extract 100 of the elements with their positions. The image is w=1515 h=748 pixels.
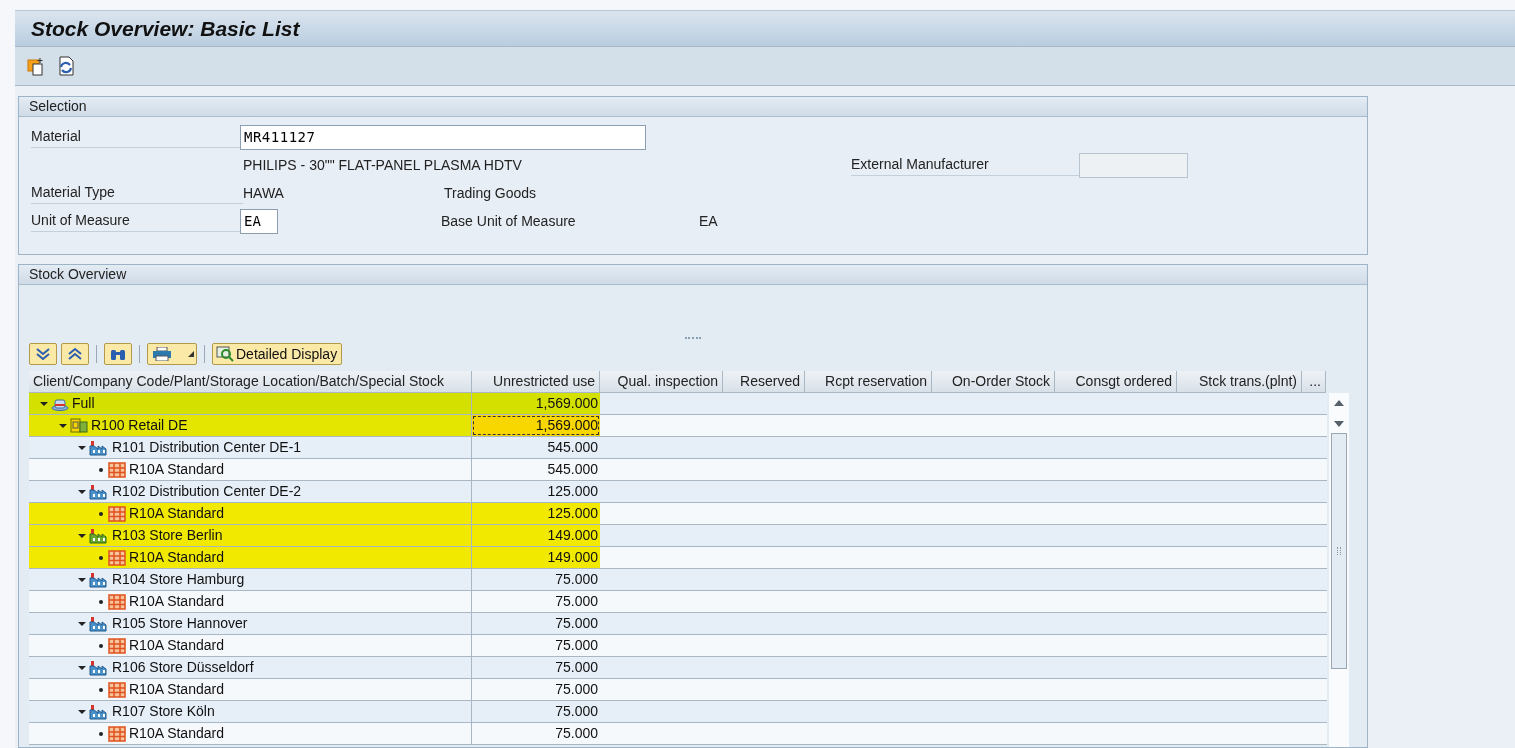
tree-cell[interactable]: R104 Store Hamburg	[29, 569, 472, 590]
quantity-cell-text: 75.000	[554, 570, 599, 589]
expanded-arrow-icon[interactable]	[78, 531, 86, 540]
field-label: External Manufacturer	[851, 154, 1079, 176]
expanded-arrow-icon[interactable]	[78, 487, 86, 496]
quantity-cell: 1,569.000	[472, 393, 600, 414]
shelf-icon	[108, 549, 126, 566]
print-button[interactable]	[147, 343, 197, 365]
factory-icon	[89, 439, 109, 456]
tree-cell[interactable]: R10A Standard	[29, 503, 472, 524]
shelf-icon	[108, 461, 126, 478]
field-value: Trading Goods	[444, 183, 537, 203]
tree-cell[interactable]: R101 Distribution Center DE-1	[29, 437, 472, 458]
tree-cell[interactable]: R105 Store Hannover	[29, 613, 472, 634]
quantity-cell-text: 75.000	[554, 658, 599, 677]
field-label: Base Unit of Measure	[441, 211, 577, 231]
node-label: R105 Store Hannover	[112, 614, 248, 633]
factory-icon	[89, 703, 109, 720]
node-label: R106 Store Düsseldorf	[112, 658, 254, 677]
magnifier-icon	[216, 346, 234, 362]
expand-icon	[35, 347, 51, 361]
bullet-icon	[97, 597, 105, 606]
binoculars-icon	[110, 347, 126, 361]
shelf-icon	[108, 681, 126, 698]
shelf-icon	[108, 725, 126, 742]
field-value: HAWA	[243, 183, 285, 203]
column-header[interactable]: Stck trans.(plnt)	[1177, 371, 1302, 393]
tree-cell[interactable]: R102 Distribution Center DE-2	[29, 481, 472, 502]
node-label: R103 Store Berlin	[112, 526, 223, 545]
printer-icon	[152, 347, 172, 361]
factory-icon	[89, 571, 109, 588]
field-label: Material Type	[31, 182, 243, 204]
expanded-arrow-icon[interactable]	[59, 421, 67, 430]
quantity-cell-text: 75.000	[554, 636, 599, 655]
expanded-arrow-icon[interactable]	[78, 575, 86, 584]
hat-icon	[51, 396, 69, 411]
material-field[interactable]: MR411127	[240, 124, 646, 150]
expanded-arrow-icon[interactable]	[78, 707, 86, 716]
tree-cell[interactable]: R106 Store Düsseldorf	[29, 657, 472, 678]
node-label: R10A Standard	[129, 592, 224, 611]
bullet-icon	[97, 509, 105, 518]
panel-title: Stock Overview	[29, 265, 127, 284]
detailed-display-button[interactable]: Detailed Display	[212, 343, 343, 365]
column-header[interactable]: Rcpt reservation	[805, 371, 932, 393]
column-header[interactable]: Unrestricted use	[472, 371, 600, 393]
bullet-icon	[97, 729, 105, 738]
find-button[interactable]	[104, 343, 132, 365]
node-label: R102 Distribution Center DE-2	[112, 482, 302, 501]
node-label: R101 Distribution Center DE-1	[112, 438, 302, 457]
tree-cell[interactable]: R10A Standard	[29, 591, 472, 612]
tree-cell[interactable]: R10A Standard	[29, 679, 472, 700]
factory-icon	[89, 483, 109, 500]
column-header[interactable]: Reserved	[723, 371, 805, 393]
shelf-icon	[108, 637, 126, 654]
expanded-arrow-icon[interactable]	[40, 399, 48, 408]
tree-cell[interactable]: R10A Standard	[29, 635, 472, 656]
bullet-icon	[97, 641, 105, 650]
bullet-icon	[97, 685, 105, 694]
expanded-arrow-icon[interactable]	[78, 443, 86, 452]
quantity-cell: 125.000	[472, 503, 600, 524]
node-label: R10A Standard	[129, 548, 224, 567]
shelf-icon	[108, 593, 126, 610]
column-header[interactable]: ...	[1302, 371, 1326, 393]
node-label: R104 Store Hamburg	[112, 570, 245, 589]
quantity-cell-text: 545.000	[546, 460, 599, 479]
manufacturer-field[interactable]	[1079, 152, 1188, 178]
tree-cell[interactable]: R100 Retail DE	[29, 415, 472, 436]
quantity-cell-text: 125.000	[546, 482, 599, 501]
tree-cell[interactable]: R10A Standard	[29, 723, 472, 744]
field-label: Unit of Measure	[31, 210, 240, 232]
collapse-all-button[interactable]	[61, 343, 89, 365]
unit-field[interactable]: EA	[240, 208, 278, 234]
column-header[interactable]: Client/Company Code/Plant/Storage Location/Batch/Special Stock	[29, 371, 472, 393]
tree-cell[interactable]: R103 Store Berlin	[29, 525, 472, 546]
node-label: R10A Standard	[129, 504, 224, 523]
shelf-icon	[108, 505, 126, 522]
quantity-cell: 149.000	[472, 525, 600, 546]
quantity-cell-text: 75.000	[554, 680, 599, 699]
factory-icon	[89, 527, 109, 544]
node-label: Full	[72, 394, 95, 413]
scrollbar[interactable]	[1329, 393, 1349, 747]
bullet-icon	[97, 553, 105, 562]
tree-cell[interactable]: R107 Store Köln	[29, 701, 472, 722]
material-description: PHILIPS - 30"" FLAT-PANEL PLASMA HDTV	[243, 155, 523, 175]
tree-cell[interactable]: R10A Standard	[29, 547, 472, 568]
quantity-cell-text: 75.000	[554, 724, 599, 743]
quantity-cell-text: 545.000	[546, 438, 599, 457]
tree-cell[interactable]: R10A Standard	[29, 459, 472, 480]
column-header[interactable]: Consgt ordered	[1055, 371, 1177, 393]
column-header[interactable]: Qual. inspection	[600, 371, 723, 393]
node-label: R100 Retail DE	[91, 416, 188, 435]
bullet-icon	[97, 465, 105, 474]
quantity-cell-text: 75.000	[554, 592, 599, 611]
expanded-arrow-icon[interactable]	[78, 663, 86, 672]
expanded-arrow-icon[interactable]	[78, 619, 86, 628]
window-title: Stock Overview: Basic List	[31, 15, 300, 42]
column-header[interactable]: On-Order Stock	[932, 371, 1055, 393]
quantity-cell-text: 75.000	[554, 702, 599, 721]
tree-cell[interactable]: Full	[29, 393, 472, 414]
expand-all-button[interactable]	[29, 343, 57, 365]
